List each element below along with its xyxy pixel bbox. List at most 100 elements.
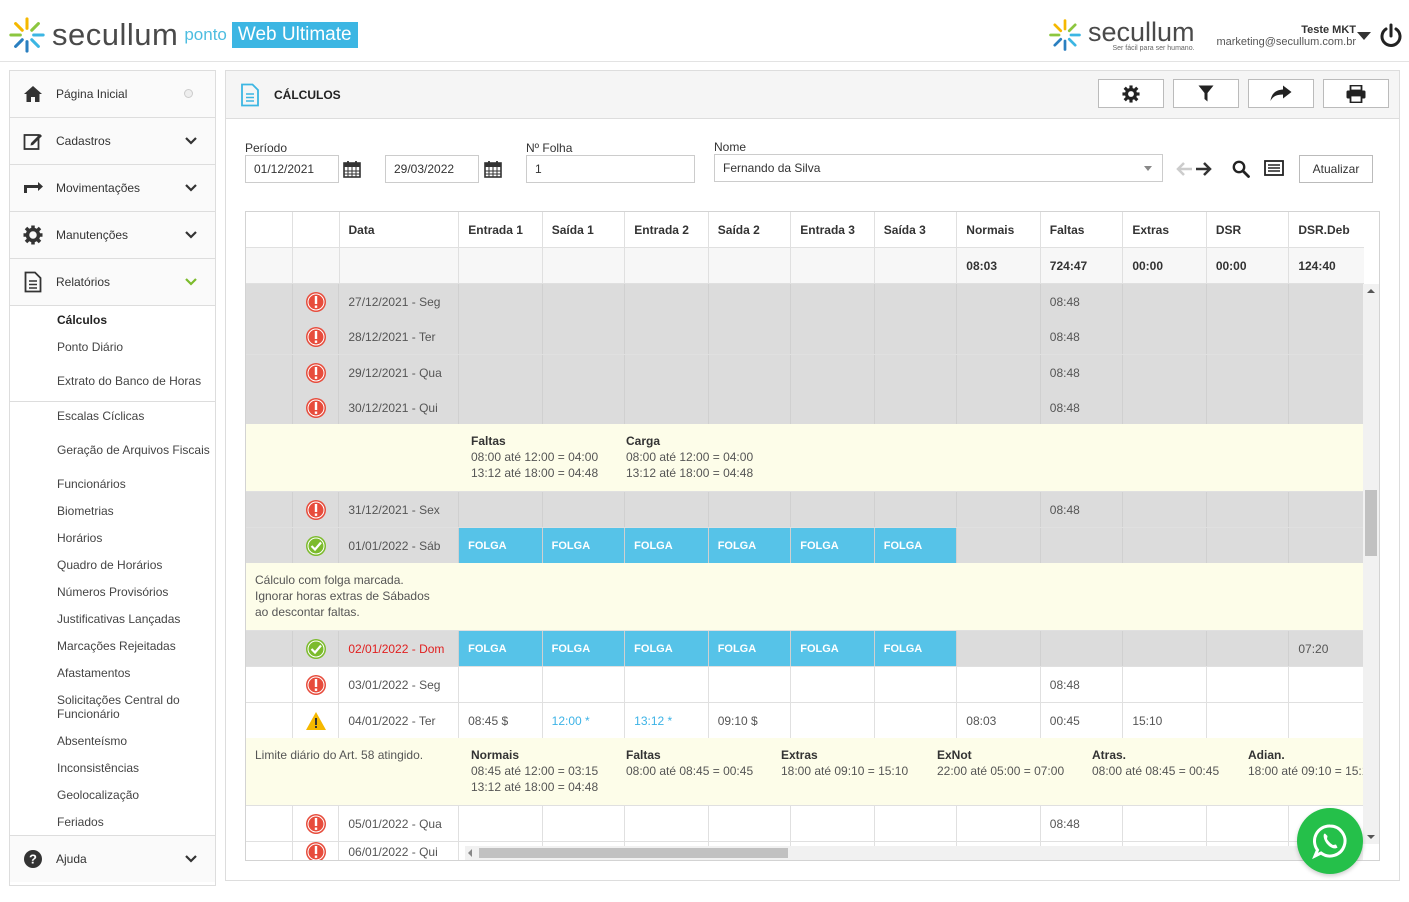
col-header-blank bbox=[246, 212, 294, 247]
filter-button[interactable] bbox=[1173, 79, 1239, 108]
whatsapp-icon bbox=[1312, 824, 1347, 859]
col-header-dsr[interactable]: DSR bbox=[1207, 212, 1290, 247]
entrada1-cell bbox=[459, 284, 543, 319]
report-item-feriados[interactable]: Feriados bbox=[10, 808, 215, 835]
report-item-absenteismo[interactable]: Absenteísmo bbox=[10, 727, 215, 754]
nav-cadastros[interactable]: Cadastros bbox=[10, 118, 215, 165]
report-item-inconsistencias[interactable]: Inconsistências bbox=[10, 754, 215, 781]
date-to-input[interactable]: 29/03/2022 bbox=[385, 155, 479, 183]
col-header-entrada3[interactable]: Entrada 3 bbox=[791, 212, 875, 247]
report-item-justificativas-lancadas[interactable]: Justificativas Lançadas bbox=[10, 605, 215, 632]
horizontal-scrollbar[interactable] bbox=[465, 846, 1363, 860]
error-icon[interactable] bbox=[305, 291, 327, 313]
prev-next-arrows-icon[interactable] bbox=[1176, 161, 1214, 177]
warning-icon[interactable] bbox=[305, 711, 327, 731]
table-row[interactable]: 02/01/2022 - Dom FOLGA FOLGA FOLGA FOLGA FOLG… bbox=[246, 631, 1364, 667]
nav-relatorios[interactable]: Relatórios bbox=[10, 259, 215, 306]
error-icon[interactable] bbox=[305, 813, 327, 835]
scroll-up-icon[interactable] bbox=[1367, 289, 1375, 293]
report-item-quadro-horarios[interactable]: Quadro de Horários bbox=[10, 551, 215, 578]
settings-button[interactable] bbox=[1098, 79, 1164, 108]
error-icon[interactable] bbox=[305, 326, 327, 348]
print-button[interactable] bbox=[1323, 79, 1389, 108]
saida1-cell bbox=[543, 355, 626, 390]
report-item-funcionarios[interactable]: Funcionários bbox=[10, 470, 215, 497]
report-item-extrato-banco-horas[interactable]: Extrato do Banco de Horas bbox=[10, 360, 215, 401]
list-view-icon[interactable] bbox=[1264, 160, 1284, 176]
table-row[interactable]: 28/12/2021 - Ter 08:48 bbox=[246, 319, 1364, 355]
app-logo[interactable]: secullum ponto Web Ultimate bbox=[8, 16, 358, 54]
user-menu-caret-icon[interactable] bbox=[1357, 32, 1371, 40]
report-item-biometrias[interactable]: Biometrias bbox=[10, 497, 215, 524]
col-header-entrada2[interactable]: Entrada 2 bbox=[625, 212, 709, 247]
entrada1-cell bbox=[459, 667, 543, 702]
dsrdeb-cell bbox=[1289, 492, 1364, 527]
col-header-data[interactable]: Data bbox=[340, 212, 460, 247]
update-button[interactable]: Atualizar bbox=[1299, 155, 1373, 183]
normais-cell bbox=[957, 631, 1041, 666]
error-icon[interactable] bbox=[305, 842, 327, 861]
vertical-scroll-thumb[interactable] bbox=[1365, 490, 1377, 556]
calendar-icon[interactable] bbox=[484, 160, 502, 178]
folha-input[interactable]: 1 bbox=[526, 155, 695, 183]
col-header-normais[interactable]: Normais bbox=[957, 212, 1041, 247]
table-row[interactable]: 30/12/2021 - Qui 08:48 bbox=[246, 390, 1364, 426]
col-header-faltas[interactable]: Faltas bbox=[1041, 212, 1124, 247]
nav-home[interactable]: Página Inicial bbox=[10, 71, 215, 118]
table-row[interactable]: 29/12/2021 - Qua 08:48 bbox=[246, 355, 1364, 391]
nav-manutencoes[interactable]: Manutenções bbox=[10, 212, 215, 259]
detail-line: 08:00 até 12:00 = 04:00 bbox=[471, 450, 599, 464]
table-row[interactable]: 27/12/2021 - Seg 08:48 bbox=[246, 284, 1364, 320]
search-icon[interactable] bbox=[1232, 160, 1250, 178]
date-from-input[interactable]: 01/12/2021 bbox=[245, 155, 339, 183]
col-header-extras[interactable]: Extras bbox=[1123, 212, 1207, 247]
col-header-saida2[interactable]: Saída 2 bbox=[709, 212, 792, 247]
col-header-saida1[interactable]: Saída 1 bbox=[543, 212, 626, 247]
status-cell bbox=[293, 667, 340, 702]
user-menu[interactable]: Teste MKT marketing@secullum.com.br bbox=[1208, 24, 1356, 48]
col-header-saida3[interactable]: Saída 3 bbox=[875, 212, 958, 247]
horizontal-scroll-thumb[interactable] bbox=[479, 848, 788, 858]
table-row[interactable]: 01/01/2022 - Sáb FOLGA FOLGA FOLGA FOLGA FOLG… bbox=[246, 528, 1364, 564]
dsr-cell bbox=[1207, 390, 1290, 425]
col-header-dsrdeb[interactable]: DSR.Deb bbox=[1289, 212, 1364, 247]
error-icon[interactable] bbox=[305, 499, 327, 521]
scroll-down-icon[interactable] bbox=[1367, 835, 1375, 839]
report-item-geolocalizacao[interactable]: Geolocalização bbox=[10, 781, 215, 808]
col-header-entrada1[interactable]: Entrada 1 bbox=[459, 212, 543, 247]
table-row[interactable]: 05/01/2022 - Qua 08:48 bbox=[246, 806, 1364, 842]
report-item-afastamentos[interactable]: Afastamentos bbox=[10, 659, 215, 686]
scroll-left-icon[interactable] bbox=[468, 849, 472, 857]
table-row[interactable]: 04/01/2022 - Ter 08:45 $12:00 * 13:12 * 09:… bbox=[246, 703, 1364, 739]
extras-cell bbox=[1123, 667, 1207, 702]
detail-folga-block: Cálculo com folga marcada. Ignorar horas… bbox=[255, 572, 430, 620]
power-icon[interactable] bbox=[1378, 23, 1404, 49]
whatsapp-button[interactable] bbox=[1297, 808, 1363, 874]
report-item-calculos[interactable]: Cálculos bbox=[10, 306, 215, 333]
check-icon[interactable] bbox=[305, 638, 327, 660]
error-icon[interactable] bbox=[305, 362, 327, 384]
report-item-horarios[interactable]: Horários bbox=[10, 524, 215, 551]
report-item-ponto-diario[interactable]: Ponto Diário bbox=[10, 333, 215, 360]
nome-select[interactable]: Fernando da Silva bbox=[714, 154, 1163, 182]
report-item-solicitacoes-central[interactable]: Solicitações Central do Funcionário bbox=[10, 686, 215, 727]
row-cell bbox=[246, 631, 294, 666]
table-row[interactable]: 31/12/2021 - Sex 08:48 bbox=[246, 492, 1364, 528]
sidebar: Página Inicial Cadastros Movimentações M… bbox=[9, 70, 216, 886]
nav-movimentacoes[interactable]: Movimentações bbox=[10, 165, 215, 212]
entrada1-cell: FOLGA bbox=[459, 528, 543, 563]
report-item-escalas-ciclicas[interactable]: Escalas Cíclicas bbox=[10, 402, 215, 429]
report-item-marcacoes-rejeitadas[interactable]: Marcações Rejeitadas bbox=[10, 632, 215, 659]
error-icon[interactable] bbox=[305, 674, 327, 696]
saida3-cell: FOLGA bbox=[874, 631, 958, 666]
report-item-numeros-provisorios[interactable]: Números Provisórios bbox=[10, 578, 215, 605]
nav-ajuda[interactable]: ? Ajuda bbox=[10, 835, 215, 882]
vertical-scrollbar[interactable] bbox=[1363, 284, 1379, 844]
calendar-icon[interactable] bbox=[343, 160, 361, 178]
report-item-geracao-arquivos-fiscais[interactable]: Geração de Arquivos Fiscais bbox=[10, 429, 215, 470]
check-icon[interactable] bbox=[305, 535, 327, 557]
error-icon[interactable] bbox=[305, 397, 327, 419]
table-row[interactable]: 03/01/2022 - Seg 08:48 bbox=[246, 667, 1364, 703]
share-button[interactable] bbox=[1248, 79, 1314, 108]
date-cell: 28/12/2021 - Ter bbox=[339, 319, 460, 354]
